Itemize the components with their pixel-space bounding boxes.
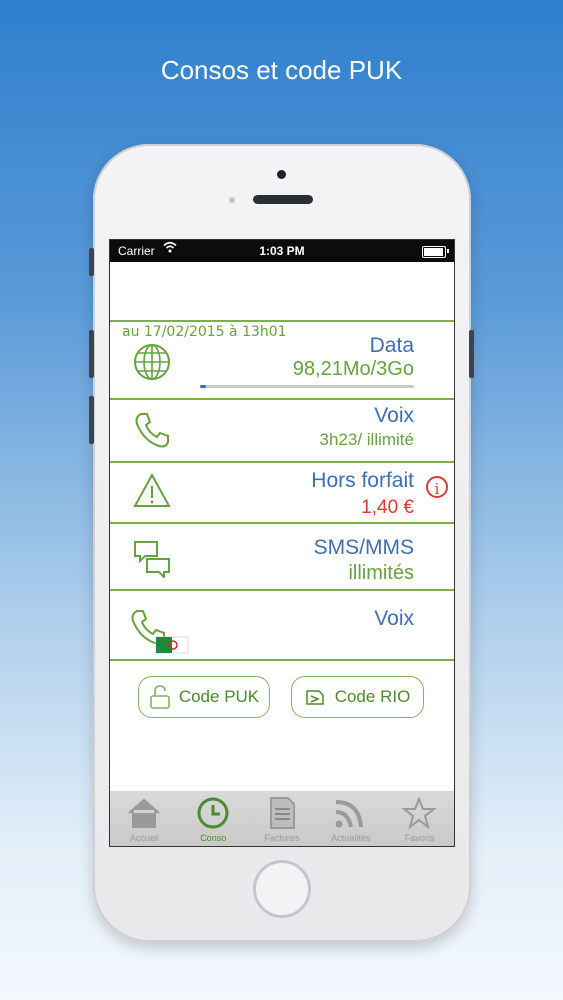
tab-news-label: Actualités — [331, 833, 371, 843]
status-bar: Carrier 1:03 PM — [110, 240, 454, 262]
tab-conso-label: Conso — [200, 833, 227, 843]
code-puk-label: Code PUK — [178, 687, 260, 706]
unlock-icon — [150, 685, 170, 709]
front-camera — [277, 170, 286, 179]
data-progress-fill — [200, 385, 207, 388]
tab-favorites[interactable]: Favoris — [385, 791, 454, 846]
code-puk-button[interactable]: Code PUK — [138, 676, 270, 718]
volume-down-button — [89, 396, 94, 444]
info-icon[interactable]: i — [426, 476, 448, 498]
voice-row[interactable]: Voix 3h23/ illimité — [110, 398, 454, 461]
battery-icon — [422, 246, 446, 258]
tab-home[interactable]: Accueil — [110, 791, 179, 846]
phone-icon — [135, 413, 169, 448]
clock-icon — [197, 797, 229, 829]
sim-send-icon — [305, 690, 324, 705]
rss-icon — [335, 800, 364, 828]
international-voice-title: Voix — [374, 607, 414, 630]
tab-bar: Accueil Conso Factures Actualités Favori… — [110, 791, 454, 846]
phone-screen: Carrier 1:03 PM au 17/02/2015 à 13h01 Da… — [110, 240, 454, 846]
voice-value: 3h23/ illimité — [319, 430, 415, 449]
sensor — [229, 197, 235, 203]
tab-invoices[interactable]: Factures — [248, 791, 317, 846]
mute-switch — [89, 248, 94, 276]
tab-conso[interactable]: Conso — [179, 791, 248, 846]
data-value: 98,21Mo/3Go — [292, 358, 414, 380]
out-of-plan-value: 1,40 € — [361, 497, 414, 518]
phone-flag-icon — [131, 610, 189, 654]
battery-tip — [447, 249, 449, 253]
headline: Consos et code PUK — [160, 55, 403, 85]
code-rio-label: Code RIO — [334, 687, 411, 706]
star-icon — [401, 797, 438, 829]
globe-icon — [134, 344, 170, 380]
tab-news[interactable]: Actualités — [316, 791, 385, 846]
tab-invoices-label: Factures — [264, 833, 300, 843]
sms-value: illimités — [348, 562, 414, 584]
document-icon — [269, 797, 295, 829]
home-button[interactable] — [253, 860, 311, 918]
status-time: 1:03 PM — [259, 244, 305, 258]
out-of-plan-title: Hors forfait — [311, 469, 414, 492]
tab-home-label: Accueil — [129, 833, 159, 843]
tab-favorites-label: Favoris — [404, 833, 435, 843]
data-title: Data — [369, 334, 414, 357]
last-update-date: au 17/02/2015 à 13h01 — [122, 324, 287, 340]
chat-bubbles-icon — [134, 541, 170, 578]
out-of-plan-row[interactable]: Hors forfait 1,40 € i — [110, 461, 454, 522]
data-row[interactable]: au 17/02/2015 à 13h01 Data 98,21Mo/3Go — [110, 320, 454, 398]
sms-row[interactable]: SMS/MMS illimités — [110, 522, 454, 589]
warning-icon — [133, 472, 171, 507]
voice-title: Voix — [374, 404, 414, 427]
sms-title: SMS/MMS — [313, 536, 414, 559]
code-rio-button[interactable]: Code RIO — [291, 676, 424, 718]
earpiece-speaker — [253, 195, 313, 204]
home-icon — [128, 798, 160, 828]
power-button — [469, 330, 474, 378]
international-voice-row[interactable]: Voix — [110, 589, 454, 661]
volume-up-button — [89, 330, 94, 378]
data-progress-bar — [200, 385, 414, 388]
